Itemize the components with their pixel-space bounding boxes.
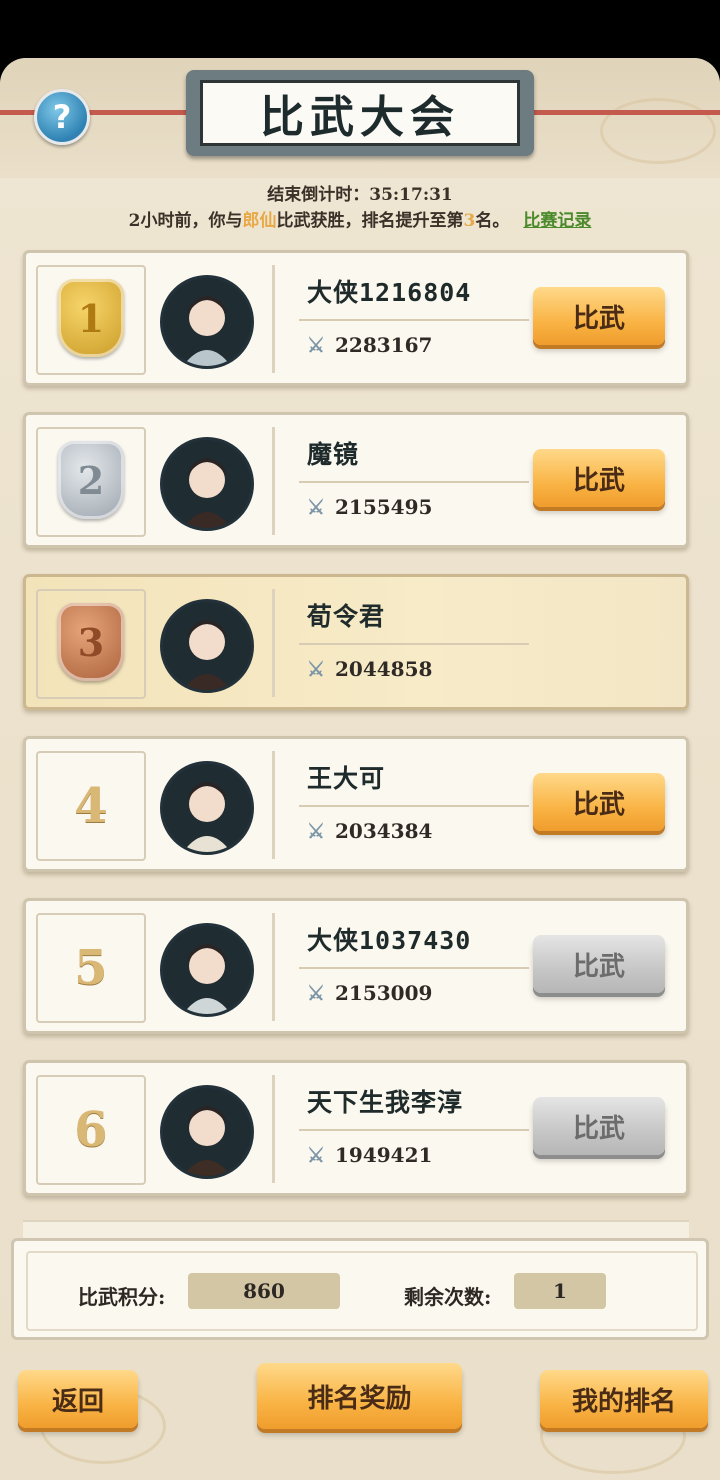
- rank-number: 2: [77, 457, 105, 503]
- notice-suffix: 名。: [475, 211, 510, 231]
- page-title: 比武大会: [260, 92, 460, 143]
- status-bar: [0, 0, 720, 58]
- player-card: 3 荀令君 ⚔ 2044858: [23, 574, 689, 710]
- crossed-swords-icon: ⚔: [307, 333, 325, 357]
- battle-notice: 2小时前，你与郎仙比武获胜，排名提升至第3名。 比赛记录: [0, 206, 720, 231]
- rank-number: 5: [74, 940, 108, 996]
- player-name: 大侠1216804: [307, 278, 472, 307]
- combat-power-value: 2283167: [335, 333, 433, 357]
- fight-button[interactable]: 比武: [533, 287, 665, 345]
- divider: [299, 967, 529, 969]
- combat-power-value: 2034384: [335, 819, 433, 843]
- player-info: 魔镜 ⚔ 2155495 比武: [272, 427, 675, 535]
- combat-power: ⚔ 2153009: [307, 981, 432, 1005]
- rope-left: [0, 110, 190, 115]
- player-card: 1 大侠1216804 ⚔ 2283167 比武: [23, 250, 689, 386]
- rank-box: 3: [36, 589, 146, 699]
- bronze-medal-icon: 3: [58, 603, 124, 681]
- crossed-swords-icon: ⚔: [307, 657, 325, 681]
- title-plate: 比武大会: [186, 70, 534, 156]
- fight-button[interactable]: 比武: [533, 449, 665, 507]
- player-info: 荀令君 ⚔ 2044858: [272, 589, 675, 697]
- avatar[interactable]: [160, 437, 254, 531]
- divider: [299, 643, 529, 645]
- stats-panel: 比武积分: 860 剩余次数: 1: [11, 1238, 709, 1340]
- avatar[interactable]: [160, 599, 254, 693]
- rank-box: 4: [36, 751, 146, 861]
- countdown-timer: 结束倒计时：35:17:31: [267, 185, 453, 205]
- fight-button[interactable]: 比武: [533, 1097, 665, 1155]
- rank-number: 4: [74, 778, 108, 834]
- notice-opponent: 郎仙: [242, 211, 277, 231]
- match-record-link[interactable]: 比赛记录: [523, 211, 591, 231]
- avatar[interactable]: [160, 275, 254, 369]
- remaining-label: 剩余次数:: [404, 1285, 492, 1309]
- player-info: 大侠1037430 ⚔ 2153009 比武: [272, 913, 675, 1021]
- crossed-swords-icon: ⚔: [307, 495, 325, 519]
- remaining-value: 1: [514, 1273, 606, 1309]
- divider: [299, 805, 529, 807]
- score-value: 860: [188, 1273, 340, 1309]
- combat-power: ⚔ 2044858: [307, 657, 432, 681]
- crossed-swords-icon: ⚔: [307, 1143, 325, 1167]
- silver-medal-icon: 2: [58, 441, 124, 519]
- player-info: 天下生我李淳 ⚔ 1949421 比武: [272, 1075, 675, 1183]
- notice-rank: 3: [463, 211, 476, 231]
- title-frame: 比武大会: [200, 80, 520, 146]
- divider: [299, 319, 529, 321]
- rank-box: 1: [36, 265, 146, 375]
- question-mark-icon: ?: [52, 98, 72, 136]
- decorative-cloud: [600, 98, 716, 164]
- rank-number: 1: [77, 295, 105, 341]
- crossed-swords-icon: ⚔: [307, 819, 325, 843]
- rank-reward-button[interactable]: 排名奖励: [257, 1363, 462, 1429]
- player-card: 5 大侠1037430 ⚔ 2153009 比武: [23, 898, 689, 1034]
- rope-right: [530, 110, 720, 115]
- divider: [299, 1129, 529, 1131]
- help-button[interactable]: ?: [34, 89, 90, 145]
- combat-power-value: 2155495: [335, 495, 433, 519]
- fight-button[interactable]: 比武: [533, 773, 665, 831]
- player-name: 王大可: [307, 764, 386, 793]
- player-card: 6 天下生我李淳 ⚔ 1949421 比武: [23, 1060, 689, 1196]
- divider: [299, 481, 529, 483]
- rank-box: 2: [36, 427, 146, 537]
- player-name: 大侠1037430: [307, 926, 472, 955]
- combat-power: ⚔ 2155495: [307, 495, 432, 519]
- rank-number: 6: [74, 1102, 108, 1158]
- combat-power-value: 1949421: [335, 1143, 433, 1167]
- rank-box: 5: [36, 913, 146, 1023]
- score-label: 比武积分:: [78, 1285, 166, 1309]
- player-info: 大侠1216804 ⚔ 2283167 比武: [272, 265, 675, 373]
- stats-inner: 比武积分: 860 剩余次数: 1: [26, 1251, 698, 1331]
- notice-prefix: 2小时前，你与: [128, 211, 243, 231]
- avatar[interactable]: [160, 761, 254, 855]
- fight-button[interactable]: 比武: [533, 935, 665, 993]
- player-name: 魔镜: [307, 440, 360, 469]
- rank-number: 3: [77, 619, 105, 665]
- avatar[interactable]: [160, 1085, 254, 1179]
- gold-medal-icon: 1: [58, 279, 124, 357]
- notice-middle: 比武获胜，排名提升至第: [276, 211, 464, 231]
- player-name: 天下生我李淳: [307, 1088, 464, 1117]
- avatar[interactable]: [160, 923, 254, 1017]
- rank-box: 6: [36, 1075, 146, 1185]
- my-rank-button[interactable]: 我的排名: [540, 1370, 708, 1428]
- combat-power-value: 2153009: [335, 981, 433, 1005]
- player-name: 荀令君: [307, 602, 386, 631]
- back-button[interactable]: 返回: [18, 1370, 138, 1428]
- arena-screen: ? 比武大会 结束倒计时：35:17:31 2小时前，你与郎仙比武获胜，排名提升…: [0, 0, 720, 1480]
- player-info: 王大可 ⚔ 2034384 比武: [272, 751, 675, 859]
- player-card: 4 王大可 ⚔ 2034384 比武: [23, 736, 689, 872]
- player-card: 2 魔镜 ⚔ 2155495 比武: [23, 412, 689, 548]
- crossed-swords-icon: ⚔: [307, 981, 325, 1005]
- combat-power: ⚔ 2034384: [307, 819, 432, 843]
- combat-power: ⚔ 1949421: [307, 1143, 432, 1167]
- combat-power-value: 2044858: [335, 657, 433, 681]
- combat-power: ⚔ 2283167: [307, 333, 432, 357]
